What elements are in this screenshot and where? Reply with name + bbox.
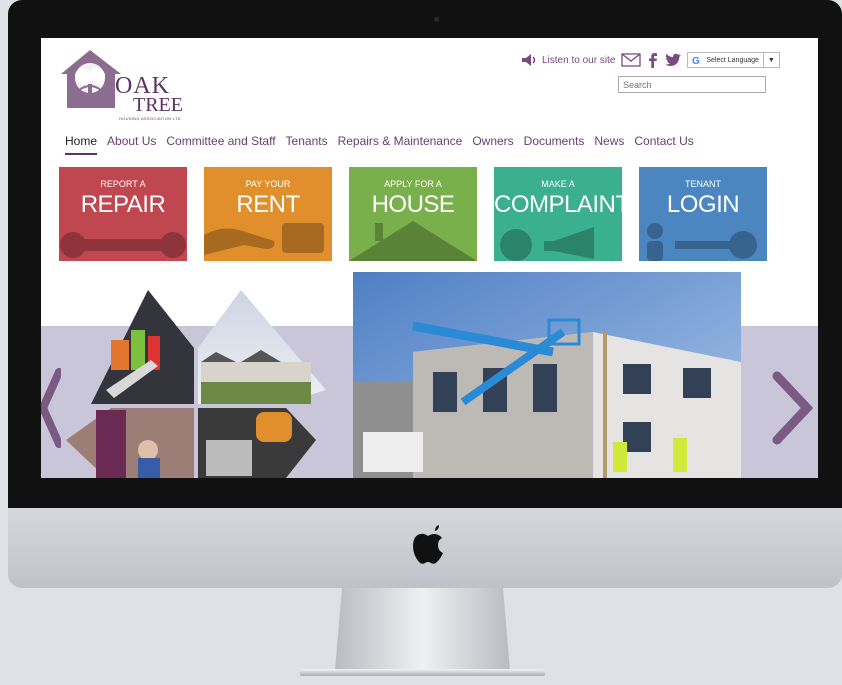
site-logo[interactable]: OAK TREE HOUSING ASSOCIATION LTD [59,46,183,121]
apply-house-tile[interactable]: APPLY FOR A HOUSE [349,167,477,261]
listen-label: Listen to our site [542,54,616,66]
logo-subtitle: HOUSING ASSOCIATION LTD [119,116,181,121]
oak-tree-house-icon [61,50,121,108]
nav-item-about-us[interactable]: About Us [107,134,156,155]
nav-item-repairs-maintenance[interactable]: Repairs & Maintenance [338,134,463,155]
camera [434,17,439,22]
key-icon [647,223,757,261]
nav-item-documents[interactable]: Documents [524,134,585,155]
make-complaint-tile[interactable]: MAKE A COMPLAINT [494,167,622,261]
house-roof-icon [349,221,477,261]
chevron-down-icon: ▼ [767,56,775,64]
nav-item-news[interactable]: News [594,134,624,155]
pay-rent-tile[interactable]: PAY YOUR RENT [204,167,332,261]
wrench-icon [60,232,186,258]
tile-small-label: MAKE A [541,179,575,189]
megaphone-icon [500,227,594,261]
tile-small-label: TENANT [685,179,721,189]
tile-small-label: APPLY FOR A [384,179,442,189]
nav-item-contact-us[interactable]: Contact Us [634,134,693,155]
listen-button[interactable]: Listen to our site [521,52,615,68]
search-input[interactable] [618,76,766,93]
nav-item-tenants[interactable]: Tenants [286,134,328,155]
nav-item-home[interactable]: Home [65,134,98,155]
photo-collage [66,290,326,478]
apple-logo [413,525,443,564]
website-screen: OAK TREE HOUSING ASSOCIATION LTD Listen … [41,38,818,478]
nav-item-owners[interactable]: Owners [472,134,513,155]
twitter-icon[interactable] [665,53,682,67]
hero-photo-building [353,272,741,478]
mail-icon[interactable] [621,53,642,67]
monitor-stand-base [300,669,545,676]
svg-text:G: G [692,56,700,65]
logo-text-tree: TREE [133,94,183,116]
tile-small-label: REPORT A [100,179,146,189]
monitor-stand [335,588,510,670]
slider-next-arrow-icon[interactable] [767,368,815,448]
utility-bar: Listen to our site G Select Language ▼ [521,50,780,70]
nav-item-committee-and-staff[interactable]: Committee and Staff [166,134,275,155]
slider-prev-arrow-icon[interactable] [41,368,61,448]
facebook-icon[interactable] [647,52,659,68]
main-nav: Home About Us Committee and Staff Tenant… [65,134,694,155]
google-icon: G [692,56,700,65]
speaker-icon [522,54,536,66]
language-label: Select Language [706,56,759,64]
tile-small-label: PAY YOUR [245,179,291,189]
tenant-login-tile[interactable]: TENANT LOGIN [639,167,767,261]
language-select[interactable]: G Select Language ▼ [687,52,780,68]
report-repair-tile[interactable]: REPORT A REPAIR [59,167,187,261]
hand-card-icon [204,223,324,255]
